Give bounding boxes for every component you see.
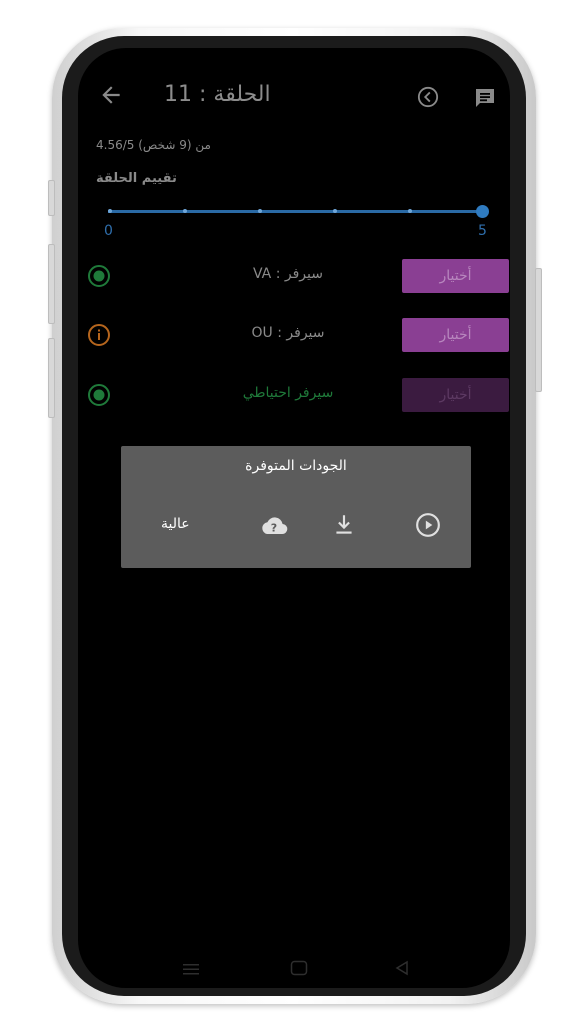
rating-title: تقييم الحلقة <box>96 171 177 186</box>
app-bar: الحلقة : 11 <box>78 48 510 148</box>
select-server-button[interactable]: أختيار <box>402 378 509 412</box>
dialog-title: الجودات المتوفرة <box>245 458 347 474</box>
back-nav-icon[interactable] <box>394 960 410 981</box>
slider-track[interactable] <box>108 210 484 213</box>
slider-min-label: 0 <box>104 223 113 239</box>
back-arrow-icon[interactable] <box>98 82 124 108</box>
slider-thumb[interactable] <box>476 205 489 218</box>
play-circle-icon[interactable] <box>415 512 441 538</box>
status-ok-icon <box>87 264 111 288</box>
info-icon <box>87 323 111 347</box>
svg-text:?: ? <box>271 522 277 535</box>
cloud-help-icon[interactable]: ? <box>259 512 288 538</box>
side-button-power <box>535 268 542 392</box>
system-nav-bar <box>78 948 510 988</box>
menu-icon[interactable] <box>182 960 200 981</box>
quality-label: عالية <box>161 516 190 532</box>
select-server-button[interactable]: أختيار <box>402 318 509 352</box>
comments-icon[interactable] <box>473 86 497 110</box>
server-row-ou: سيرفر : OU أختيار <box>78 317 510 353</box>
slider-max-label: 5 <box>478 223 487 239</box>
slider-tick <box>408 209 412 213</box>
server-label: سيرفر احتياطي <box>242 385 334 401</box>
page-title: الحلقة : 11 <box>164 82 271 107</box>
side-button-mute <box>48 180 55 216</box>
slider-tick <box>258 209 262 213</box>
server-label: سيرفر : OU <box>251 325 325 341</box>
server-label: سيرفر : VA <box>253 266 323 282</box>
server-row-backup: سيرفر احتياطي أختيار <box>78 377 510 413</box>
side-button-volume-up <box>48 244 55 324</box>
slider-tick <box>183 209 187 213</box>
slider-tick <box>108 209 112 213</box>
select-server-button[interactable]: أختيار <box>402 259 509 293</box>
previous-episode-icon[interactable] <box>417 86 439 108</box>
quality-dialog: الجودات المتوفرة عالية ? <box>121 446 471 568</box>
status-ok-icon <box>87 383 111 407</box>
server-row-va: سيرفر : VA أختيار <box>78 258 510 294</box>
phone-screen: الحلقة : 11 4.56/5 من (9 شخص) تقييم الحل… <box>78 48 510 988</box>
rating-summary: 4.56/5 من (9 شخص) <box>96 138 211 152</box>
download-icon[interactable] <box>331 512 357 538</box>
side-button-volume-down <box>48 338 55 418</box>
home-icon[interactable] <box>290 960 308 981</box>
slider-tick <box>333 209 337 213</box>
